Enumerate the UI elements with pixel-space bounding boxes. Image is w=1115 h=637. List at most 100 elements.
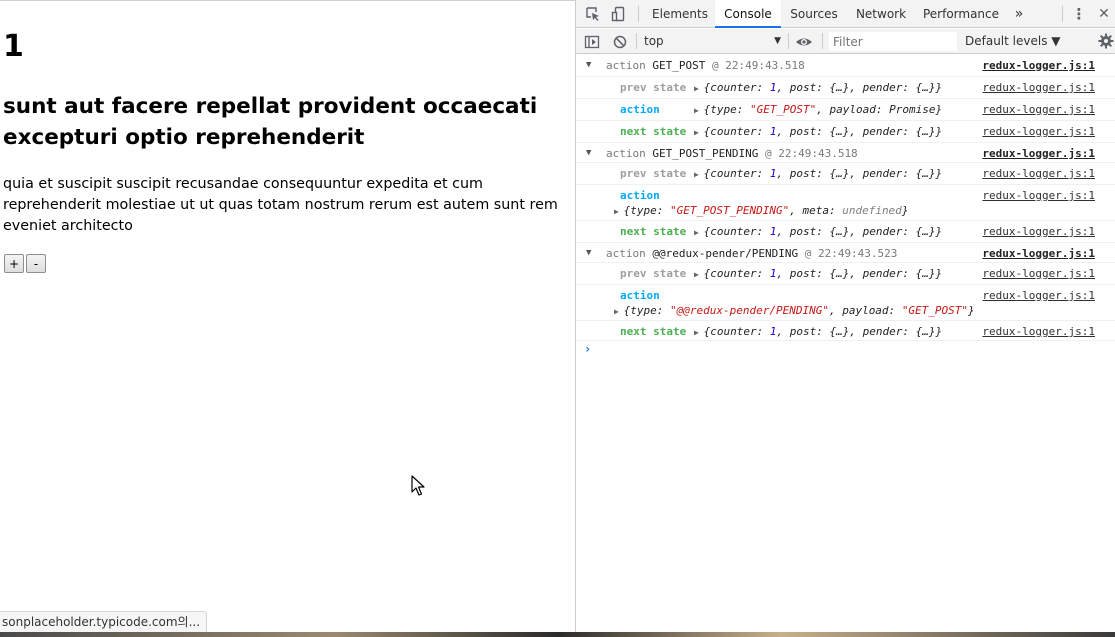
- toolbar-separator: [788, 33, 789, 49]
- toolbar-separator: [822, 33, 823, 49]
- log-row-prev-state: prev state ▶ {counter: 1, post: {…}, pen…: [576, 163, 1115, 185]
- log-row-prev-state: prev state ▶ {counter: 1, post: {…}, pen…: [576, 77, 1115, 99]
- expand-triangle-icon[interactable]: ▼: [586, 148, 591, 158]
- object-preview: {type: "GET_POST", payload: Promise}: [703, 103, 943, 116]
- group-label: action: [606, 59, 646, 72]
- tab-elements[interactable]: Elements: [648, 0, 712, 28]
- tab-performance[interactable]: Performance: [920, 0, 1002, 28]
- console-prompt[interactable]: ›: [584, 342, 591, 356]
- toolbar-separator: [1062, 6, 1063, 22]
- prev-state-value[interactable]: ▶ {counter: 1, post: {…}, pender: {…}}: [694, 267, 942, 280]
- tab-sources[interactable]: Sources: [784, 0, 844, 28]
- action-type: GET_POST: [652, 59, 706, 72]
- page-viewport: 1 sunt aut facere repellat provident occ…: [0, 0, 575, 632]
- action-value[interactable]: ▶ {type: "GET_POST_PENDING", meta: undef…: [614, 204, 908, 217]
- object-preview: {counter: 1, post: {…}, pender: {…}}: [703, 225, 943, 238]
- expand-triangle-icon[interactable]: ▼: [586, 248, 591, 258]
- object-preview: {counter: 1, post: {…}, pender: {…}}: [703, 167, 943, 180]
- link-status-bar: sonplaceholder.typicode.com의...: [0, 611, 208, 632]
- log-row-next-state: next state ▶ {counter: 1, post: {…}, pen…: [576, 121, 1115, 143]
- counter-value: 1: [3, 29, 24, 64]
- prev-state-label: prev state: [620, 167, 687, 180]
- next-state-label: next state: [620, 325, 687, 338]
- action-value[interactable]: ▶ {type: "GET_POST", payload: Promise}: [694, 103, 942, 116]
- log-group-header[interactable]: ▼ action GET_POST_PENDING @ 22:49:43.518…: [576, 143, 1115, 163]
- object-preview: {counter: 1, post: {…}, pender: {…}}: [703, 125, 943, 138]
- inspect-element-icon[interactable]: [585, 6, 601, 22]
- source-link[interactable]: redux-logger.js:1: [982, 267, 1095, 280]
- post-title: sunt aut facere repellat provident occae…: [3, 94, 538, 150]
- toolbar-separator: [636, 33, 637, 49]
- tab-console[interactable]: Console: [715, 0, 781, 28]
- log-row-prev-state: prev state ▶ {counter: 1, post: {…}, pen…: [576, 263, 1115, 285]
- tab-network[interactable]: Network: [850, 0, 912, 28]
- increment-button[interactable]: +: [4, 254, 24, 273]
- action-type: GET_POST_PENDING: [652, 147, 759, 160]
- next-state-label: next state: [620, 125, 687, 138]
- action-time: @ 22:49:43.518: [711, 59, 805, 72]
- source-link[interactable]: redux-logger.js:1: [982, 247, 1095, 260]
- customize-menu-icon[interactable]: ⋮: [1070, 0, 1088, 28]
- sidebar-toggle-icon[interactable]: [584, 34, 600, 50]
- source-link[interactable]: redux-logger.js:1: [982, 189, 1095, 202]
- more-tabs-icon[interactable]: »: [1009, 0, 1029, 28]
- chevron-down-icon: ▼: [774, 36, 781, 46]
- prev-state-label: prev state: [620, 267, 687, 280]
- group-label: action: [606, 247, 646, 260]
- prev-state-value[interactable]: ▶ {counter: 1, post: {…}, pender: {…}}: [694, 167, 942, 180]
- source-link[interactable]: redux-logger.js:1: [982, 225, 1095, 238]
- action-time: @ 22:49:43.523: [804, 247, 898, 260]
- mouse-cursor-icon: [411, 475, 425, 496]
- settings-gear-icon[interactable]: [1098, 33, 1114, 49]
- next-state-value[interactable]: ▶ {counter: 1, post: {…}, pender: {…}}: [694, 325, 942, 338]
- action-label: action: [620, 289, 660, 302]
- object-preview: {counter: 1, post: {…}, pender: {…}}: [703, 325, 943, 338]
- console-toolbar: top ▼ Default levels ▼: [576, 29, 1115, 54]
- log-row-action: action ▶ {type: "@@redux-pender/PENDING"…: [576, 285, 1115, 321]
- eye-icon[interactable]: [795, 34, 813, 50]
- expand-triangle-icon[interactable]: ▼: [586, 60, 591, 70]
- desktop-strip: [0, 632, 1115, 637]
- action-value[interactable]: ▶ {type: "@@redux-pender/PENDING", paylo…: [614, 304, 975, 317]
- source-link[interactable]: redux-logger.js:1: [982, 147, 1095, 160]
- log-row-action: action ▶ {type: "GET_POST", payload: Pro…: [576, 99, 1115, 121]
- log-row-next-state: next state ▶ {counter: 1, post: {…}, pen…: [576, 221, 1115, 243]
- decrement-button[interactable]: -: [26, 254, 46, 273]
- device-toggle-icon[interactable]: [611, 6, 627, 22]
- source-link[interactable]: redux-logger.js:1: [982, 125, 1095, 138]
- source-link[interactable]: redux-logger.js:1: [982, 103, 1095, 116]
- log-group-header[interactable]: ▼ action @@redux-pender/PENDING @ 22:49:…: [576, 243, 1115, 263]
- action-type: @@redux-pender/PENDING: [652, 247, 799, 260]
- action-time: @ 22:49:43.518: [764, 147, 858, 160]
- next-state-label: next state: [620, 225, 687, 238]
- next-state-value[interactable]: ▶ {counter: 1, post: {…}, pender: {…}}: [694, 125, 942, 138]
- devtools-tabbar: Elements Console Sources Network Perform…: [576, 0, 1115, 28]
- log-levels-dropdown[interactable]: Default levels ▼: [965, 33, 1061, 50]
- source-link[interactable]: redux-logger.js:1: [982, 289, 1095, 302]
- object-preview: {type: "GET_POST_PENDING", meta: undefin…: [623, 204, 909, 217]
- source-link[interactable]: redux-logger.js:1: [982, 81, 1095, 94]
- context-selector[interactable]: top ▼: [644, 33, 781, 50]
- toolbar-separator: [638, 6, 639, 22]
- object-preview: {type: "@@redux-pender/PENDING", payload…: [623, 304, 975, 317]
- log-group-header[interactable]: ▼ action GET_POST @ 22:49:43.518 redux-l…: [576, 55, 1115, 77]
- next-state-value[interactable]: ▶ {counter: 1, post: {…}, pender: {…}}: [694, 225, 942, 238]
- action-label: action: [620, 189, 660, 202]
- group-label: action: [606, 147, 646, 160]
- action-label: action: [620, 103, 660, 116]
- source-link[interactable]: redux-logger.js:1: [982, 325, 1095, 338]
- source-link[interactable]: redux-logger.js:1: [982, 59, 1095, 72]
- context-value: top: [644, 34, 664, 48]
- clear-console-icon[interactable]: [612, 34, 628, 50]
- console-messages: ▼ action GET_POST @ 22:49:43.518 redux-l…: [576, 55, 1115, 632]
- console-filter-input[interactable]: [829, 32, 957, 51]
- object-preview: {counter: 1, post: {…}, pender: {…}}: [703, 267, 943, 280]
- close-devtools-icon[interactable]: ✕: [1095, 0, 1113, 28]
- devtools-panel: Elements Console Sources Network Perform…: [576, 0, 1115, 632]
- post-body: quia et suscipit suscipit recusandae con…: [3, 176, 558, 234]
- prev-state-value[interactable]: ▶ {counter: 1, post: {…}, pender: {…}}: [694, 81, 942, 94]
- log-row-action: action ▶ {type: "GET_POST_PENDING", meta…: [576, 185, 1115, 221]
- source-link[interactable]: redux-logger.js:1: [982, 167, 1095, 180]
- prev-state-label: prev state: [620, 81, 687, 94]
- log-row-next-state: next state ▶ {counter: 1, post: {…}, pen…: [576, 321, 1115, 341]
